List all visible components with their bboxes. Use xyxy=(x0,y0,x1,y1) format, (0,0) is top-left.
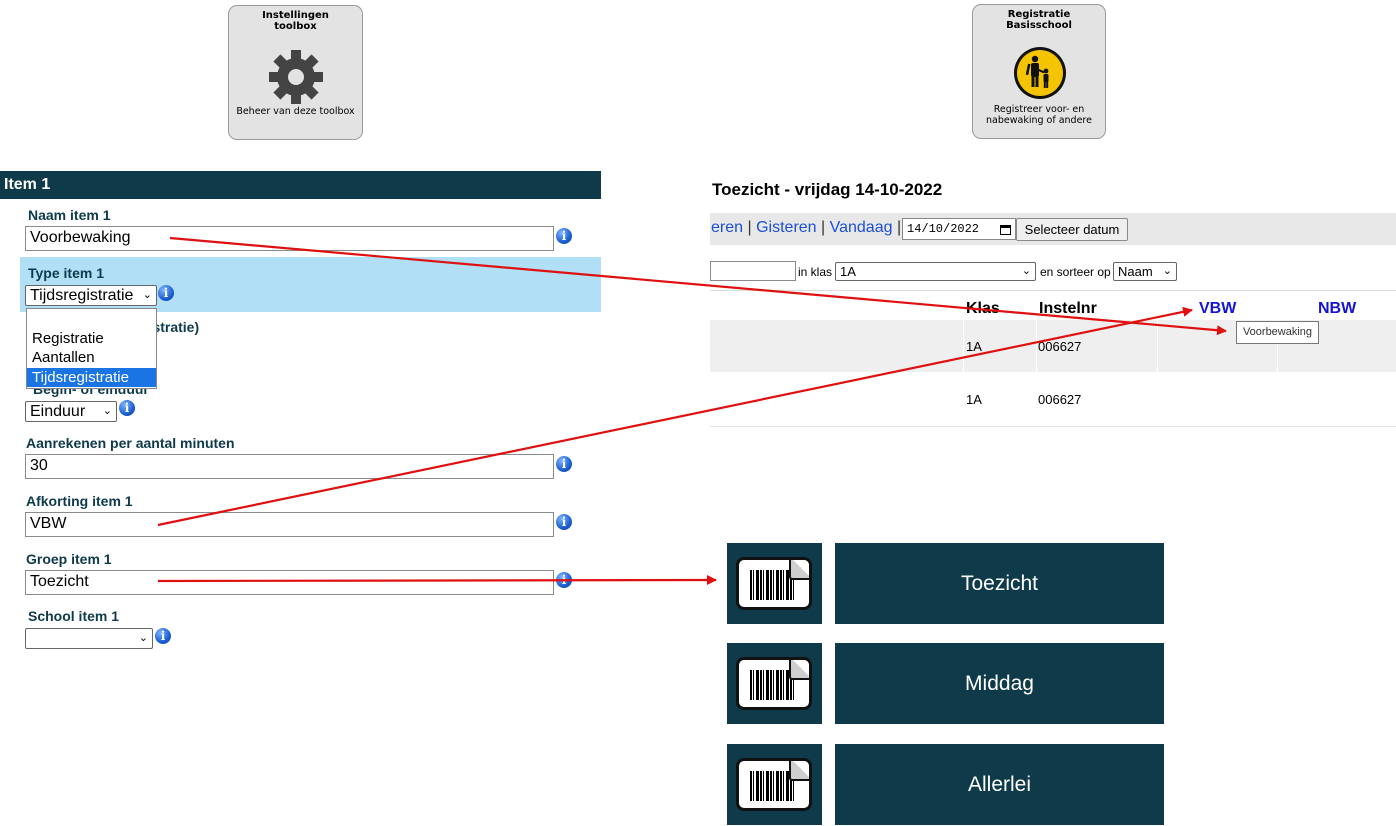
parent-child-icon xyxy=(1014,47,1066,99)
cell-divider xyxy=(1036,320,1037,372)
registration-tile[interactable]: Registratie Basisschool Registreer voor-… xyxy=(972,4,1106,139)
option-registratie[interactable]: Registratie xyxy=(27,329,156,348)
search-input[interactable] xyxy=(710,261,796,281)
abbreviation-field[interactable]: VBW xyxy=(25,512,554,537)
tile-title: Instellingen toolbox xyxy=(262,10,329,32)
barcode-icon xyxy=(736,758,812,811)
minutes-label: Aanrekenen per aantal minuten xyxy=(26,435,235,451)
table-divider xyxy=(710,290,1396,291)
tile-description: Registreer voor- en nabewaking of andere xyxy=(986,104,1092,126)
group-field[interactable]: Toezicht xyxy=(25,570,554,595)
info-icon[interactable]: i xyxy=(158,285,174,301)
info-icon[interactable]: i xyxy=(556,228,572,244)
date-field[interactable]: 14/10/2022 xyxy=(902,218,1016,240)
select-date-button[interactable]: Selecteer datum xyxy=(1016,218,1128,241)
name-field[interactable]: Voorbewaking xyxy=(25,226,554,251)
scan-button[interactable] xyxy=(727,744,822,825)
type-dropdown-list: Registratie Aantallen Tijdsregistratie xyxy=(26,308,157,389)
column-instelnr[interactable]: Instelnr xyxy=(1039,300,1097,318)
option-aantallen[interactable]: Aantallen xyxy=(27,348,156,367)
nav-yesterday-link[interactable]: Gisteren xyxy=(756,219,816,236)
group-button[interactable]: Allerlei xyxy=(835,744,1164,825)
nav-today-link[interactable]: Vandaag xyxy=(830,219,893,236)
info-icon[interactable]: i xyxy=(556,572,572,588)
column-klas[interactable]: Klas xyxy=(966,300,1000,318)
row-instelnr: 006627 xyxy=(1038,392,1082,407)
nav-separator: | xyxy=(821,219,826,236)
scan-button[interactable] xyxy=(727,543,822,624)
sort-select[interactable]: Naam ⌄ xyxy=(1113,262,1177,281)
abbreviation-label: Afkorting item 1 xyxy=(26,493,133,509)
tile-title: Registratie Basisschool xyxy=(1006,9,1072,31)
info-icon[interactable]: i xyxy=(556,456,572,472)
date-nav-links: eren | Gisteren | Vandaag | xyxy=(711,219,901,237)
cell-divider xyxy=(963,320,964,372)
class-select[interactable]: 1A ⌄ xyxy=(835,262,1036,281)
barcode-icon xyxy=(736,557,812,610)
nav-separator: | xyxy=(747,219,752,236)
name-label: Naam item 1 xyxy=(28,207,111,223)
scan-button[interactable] xyxy=(727,643,822,724)
class-label: in klas xyxy=(798,265,833,279)
info-icon[interactable]: i xyxy=(556,514,572,530)
row-klas: 1A xyxy=(966,392,982,407)
tile-description: Beheer van deze toolbox xyxy=(236,106,355,117)
school-label: School item 1 xyxy=(28,608,120,624)
begin-end-select[interactable]: Einduur ⌄ xyxy=(25,401,117,422)
column-nbw[interactable]: NBW xyxy=(1318,300,1356,318)
minutes-field[interactable]: 30 xyxy=(25,454,554,479)
nav-separator: | xyxy=(896,219,902,236)
item-header: Item 1 xyxy=(0,171,601,199)
tooltip: Voorbewaking xyxy=(1236,321,1319,344)
type-label: Type item 1 xyxy=(28,265,104,281)
group-button[interactable]: Toezicht xyxy=(835,543,1164,624)
type-select[interactable]: Tijdsregistratie ⌄ xyxy=(25,285,157,306)
sort-label: en sorteer op xyxy=(1040,265,1111,279)
school-select[interactable]: ⌄ xyxy=(25,628,153,649)
info-icon[interactable]: i xyxy=(119,400,135,416)
column-vbw[interactable]: VBW xyxy=(1199,300,1236,318)
settings-toolbox-tile[interactable]: Instellingen toolbox Beheer van deze too… xyxy=(228,5,363,140)
page-title: Toezicht - vrijdag 14-10-2022 xyxy=(712,180,943,199)
barcode-icon xyxy=(736,657,812,710)
info-icon[interactable]: i xyxy=(155,628,171,644)
calendar-icon[interactable] xyxy=(1000,224,1011,235)
cell-divider xyxy=(1157,320,1158,372)
group-button[interactable]: Middag xyxy=(835,643,1164,724)
option-tijdsregistratie[interactable]: Tijdsregistratie xyxy=(27,368,156,387)
row-instelnr: 006627 xyxy=(1038,339,1082,354)
nav-previous-link[interactable]: eren xyxy=(711,219,743,236)
gear-icon xyxy=(269,50,323,104)
group-label: Groep item 1 xyxy=(26,551,112,567)
row-klas: 1A xyxy=(966,339,982,354)
